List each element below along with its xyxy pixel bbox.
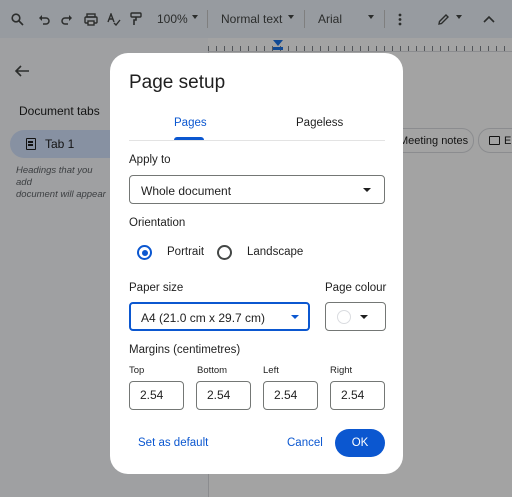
margin-right-input[interactable]: 2.54 — [330, 381, 385, 410]
apply-to-label: Apply to — [129, 154, 171, 166]
margins-label: Margins (centimetres) — [129, 344, 241, 356]
margin-top-input[interactable]: 2.54 — [129, 381, 184, 410]
dropdown-caret-icon — [363, 188, 371, 192]
apply-to-select[interactable]: Whole document — [129, 175, 385, 204]
page-setup-dialog: Page setup Pages Pageless Apply to Whole… — [110, 53, 403, 474]
page-colour-label: Page colour — [325, 282, 387, 294]
tab-pages[interactable]: Pages — [174, 117, 207, 129]
page-colour-select[interactable] — [325, 302, 386, 331]
landscape-label[interactable]: Landscape — [247, 246, 303, 258]
ok-button-label: OK — [351, 437, 369, 449]
tab-pageless[interactable]: Pageless — [296, 117, 343, 129]
colour-swatch — [337, 310, 351, 324]
orientation-label: Orientation — [129, 217, 186, 229]
paper-size-value: A4 (21.0 cm x 29.7 cm) — [141, 311, 266, 325]
portrait-radio[interactable] — [137, 245, 152, 260]
cancel-button[interactable]: Cancel — [287, 437, 323, 449]
margin-right-label: Right — [330, 365, 353, 376]
tab-divider — [129, 140, 385, 141]
ok-button[interactable]: OK — [335, 429, 385, 457]
paper-size-label: Paper size — [129, 282, 184, 294]
set-as-default-button[interactable]: Set as default — [138, 437, 208, 449]
landscape-radio[interactable] — [217, 245, 232, 260]
margin-left-label: Left — [263, 365, 279, 376]
portrait-label[interactable]: Portrait — [167, 246, 204, 258]
dialog-title: Page setup — [129, 72, 226, 93]
margin-bottom-label: Bottom — [197, 365, 228, 376]
apply-to-value: Whole document — [141, 184, 232, 198]
margin-top-label: Top — [129, 365, 145, 376]
margin-left-input[interactable]: 2.54 — [263, 381, 318, 410]
dropdown-caret-icon — [291, 315, 299, 319]
paper-size-select[interactable]: A4 (21.0 cm x 29.7 cm) — [129, 302, 310, 331]
margin-bottom-input[interactable]: 2.54 — [196, 381, 251, 410]
dropdown-caret-icon — [360, 315, 368, 319]
